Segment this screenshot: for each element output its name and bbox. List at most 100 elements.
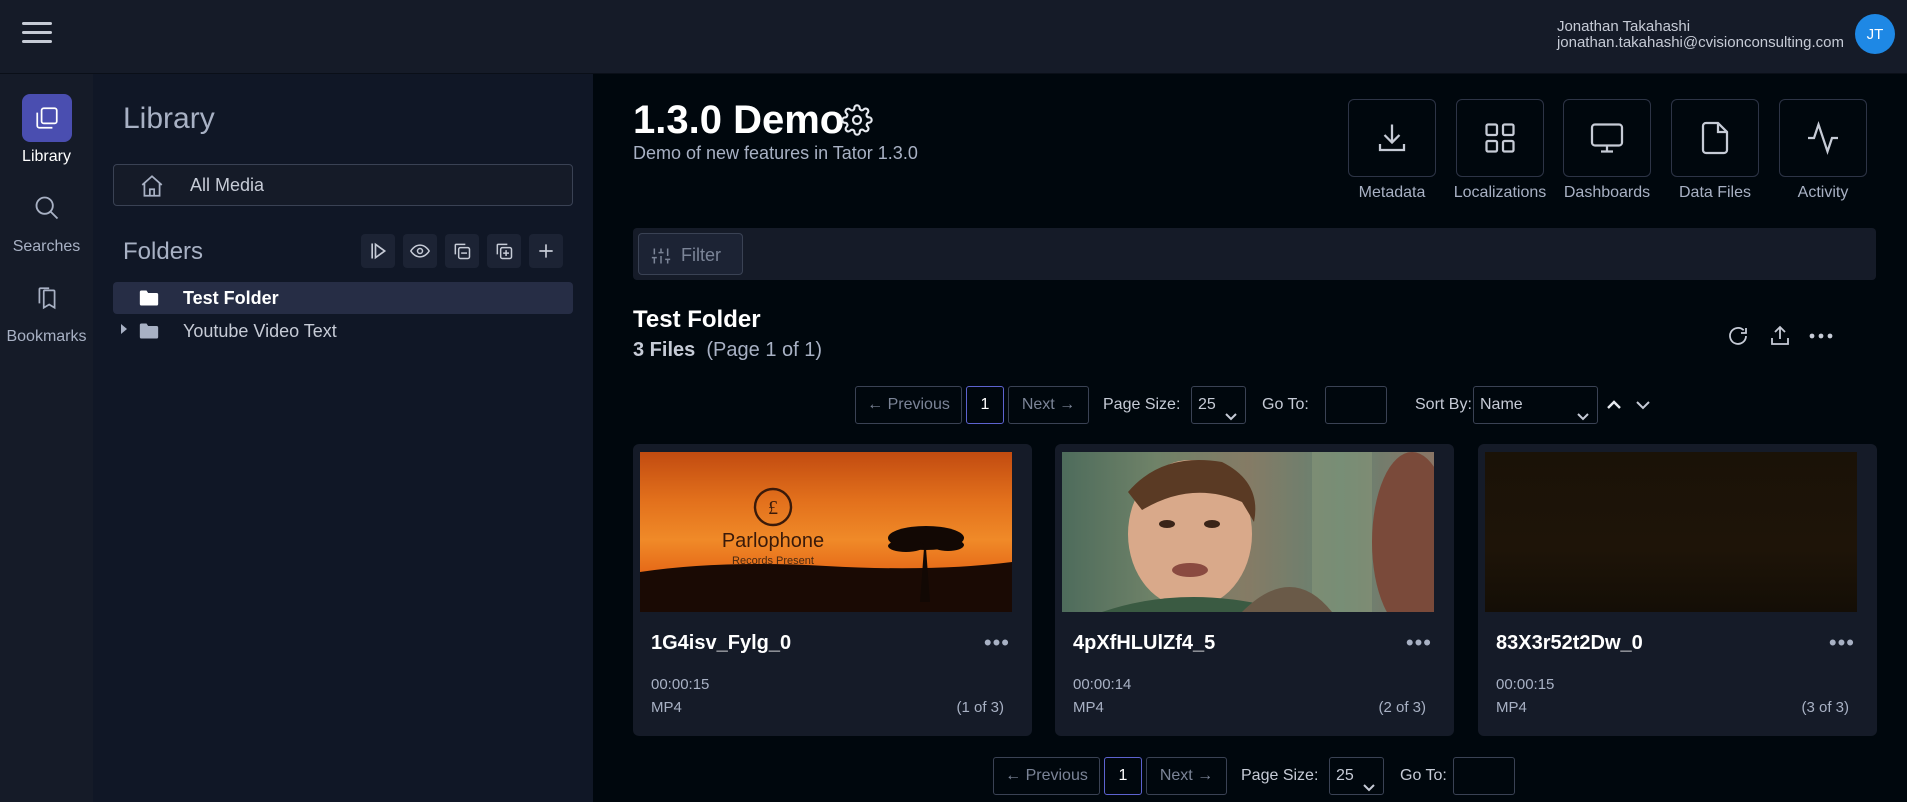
app-root: Jonathan Takahashi jonathan.takahashi@cv… [0,0,1907,802]
library-icon [21,94,72,142]
monitor-icon [1563,99,1651,177]
play-icon [371,242,387,260]
next-button[interactable]: Next → [1008,386,1089,424]
refresh-icon[interactable] [1726,324,1750,353]
sort-ascending-icon[interactable] [1607,398,1621,416]
bookmarks-icon [22,274,72,322]
view-toggle-button[interactable] [403,234,437,268]
next-button[interactable]: Next → [1146,757,1227,795]
caret-right-icon[interactable] [121,324,127,334]
goto-label: Go To: [1400,767,1447,784]
goto-input[interactable] [1325,386,1387,424]
media-card[interactable]: 83X3r52t2Dw_0 ••• 00:00:15 MP4 (3 of 3) [1478,444,1877,736]
project-subtitle: Demo of new features in Tator 1.3.0 [633,143,918,163]
nav-rail: Library Searches Bookmarks [0,74,93,802]
folders-title: Folders [123,238,204,265]
media-position: (1 of 3) [956,699,1004,716]
user-name: Jonathan Takahashi [1556,18,1691,35]
dashboards-button[interactable]: Dashboards [1563,99,1651,202]
media-card[interactable]: 4pXfHLUlZf4_5 ••• 00:00:14 MP4 (2 of 3) [1055,444,1454,736]
folder-item-test-folder[interactable]: Test Folder [113,282,573,314]
activity-button[interactable]: Activity [1779,99,1867,202]
media-thumbnail [1062,452,1434,612]
download-icon [1348,99,1436,177]
previous-button[interactable]: ← Previous [993,757,1100,795]
all-media-button[interactable]: All Media [113,164,573,206]
page-number[interactable]: 1 [966,386,1004,424]
media-thumbnail: £ Parlophone Records Present [640,452,1012,612]
media-duration: 00:00:15 [651,676,710,693]
gear-icon[interactable] [841,104,873,141]
metadata-button[interactable]: Metadata [1348,99,1436,202]
library-title: Library [123,102,215,135]
filter-bar: Filter [633,228,1876,280]
rail-item-library[interactable]: Library [0,94,93,166]
media-duration: 00:00:14 [1073,676,1132,693]
folder-icon [139,289,159,312]
sort-descending-icon[interactable] [1636,398,1650,416]
upload-icon[interactable] [1768,324,1792,353]
filter-label: Filter [681,245,721,265]
page-number[interactable]: 1 [1104,757,1142,795]
collapse-all-button[interactable] [445,234,479,268]
goto-input[interactable] [1453,757,1515,795]
page-size-select[interactable]: 25 [1191,386,1246,424]
more-options-icon[interactable]: ••• [1829,630,1855,656]
data-files-button[interactable]: Data Files [1671,99,1759,202]
media-card[interactable]: £ Parlophone Records Present 1G4isv_Fylg… [633,444,1032,736]
rail-label-bookmarks: Bookmarks [6,328,87,345]
search-icon [22,184,72,232]
activity-icon [1779,99,1867,177]
pagination-bottom: ← Previous 1 Next → Page Size: 25 Go To: [993,757,1515,795]
rail-label-library: Library [22,148,71,165]
goto-label: Go To: [1262,396,1309,413]
copy-plus-icon [496,243,513,260]
localizations-button[interactable]: Localizations [1454,99,1546,202]
more-options-icon[interactable]: ••• [984,630,1010,656]
more-options-icon[interactable] [1808,328,1834,349]
media-name: 4pXfHLUlZf4_5 [1073,632,1216,654]
menu-icon[interactable] [22,22,52,48]
sort-by-value: Name [1480,396,1523,413]
rail-item-bookmarks[interactable]: Bookmarks [0,274,93,346]
home-icon [139,173,165,204]
chevron-down-icon [1225,400,1237,436]
filter-button[interactable]: Filter [638,233,743,275]
expand-all-button[interactable] [487,234,521,268]
media-position: (3 of 3) [1801,699,1849,716]
page-info: (Page 1 of 1) [706,339,823,361]
library-panel: Library All Media Folders Test Folder Yo… [93,74,593,802]
media-type: MP4 [651,699,682,716]
sliders-icon [651,246,671,271]
folder-item-youtube-video-text[interactable]: Youtube Video Text [113,315,573,347]
all-media-label: All Media [190,175,265,195]
svg-text:£: £ [768,497,778,519]
media-type: MP4 [1496,699,1527,716]
folder-label: Test Folder [183,288,279,308]
page-size-value: 25 [1198,396,1216,413]
previous-button[interactable]: ← Previous [855,386,962,424]
gallery-play-button[interactable] [361,234,395,268]
folder-icon [139,322,159,345]
page-size-value: 25 [1336,767,1354,784]
folder-title: Test Folder [633,306,761,333]
avatar[interactable]: JT [1855,14,1895,54]
main-content: 1.3.0 Demo Demo of new features in Tator… [593,74,1907,802]
media-duration: 00:00:15 [1496,676,1555,693]
file-count-label: 3 Files [633,339,696,361]
page-size-select[interactable]: 25 [1329,757,1384,795]
more-options-icon[interactable]: ••• [1406,630,1432,656]
copy-minus-icon [454,243,471,260]
project-title: 1.3.0 Demo [633,98,845,142]
sort-by-label: Sort By: [1415,396,1472,413]
media-name: 1G4isv_Fylg_0 [651,632,792,654]
plus-icon [539,244,553,258]
page-size-label: Page Size: [1241,767,1319,784]
file-icon [1671,99,1759,177]
media-name: 83X3r52t2Dw_0 [1496,632,1643,654]
sort-by-select[interactable]: Name [1473,386,1598,424]
rail-item-searches[interactable]: Searches [0,184,93,256]
page-size-label: Page Size: [1103,396,1181,413]
add-folder-button[interactable] [529,234,563,268]
folder-label: Youtube Video Text [183,321,337,341]
